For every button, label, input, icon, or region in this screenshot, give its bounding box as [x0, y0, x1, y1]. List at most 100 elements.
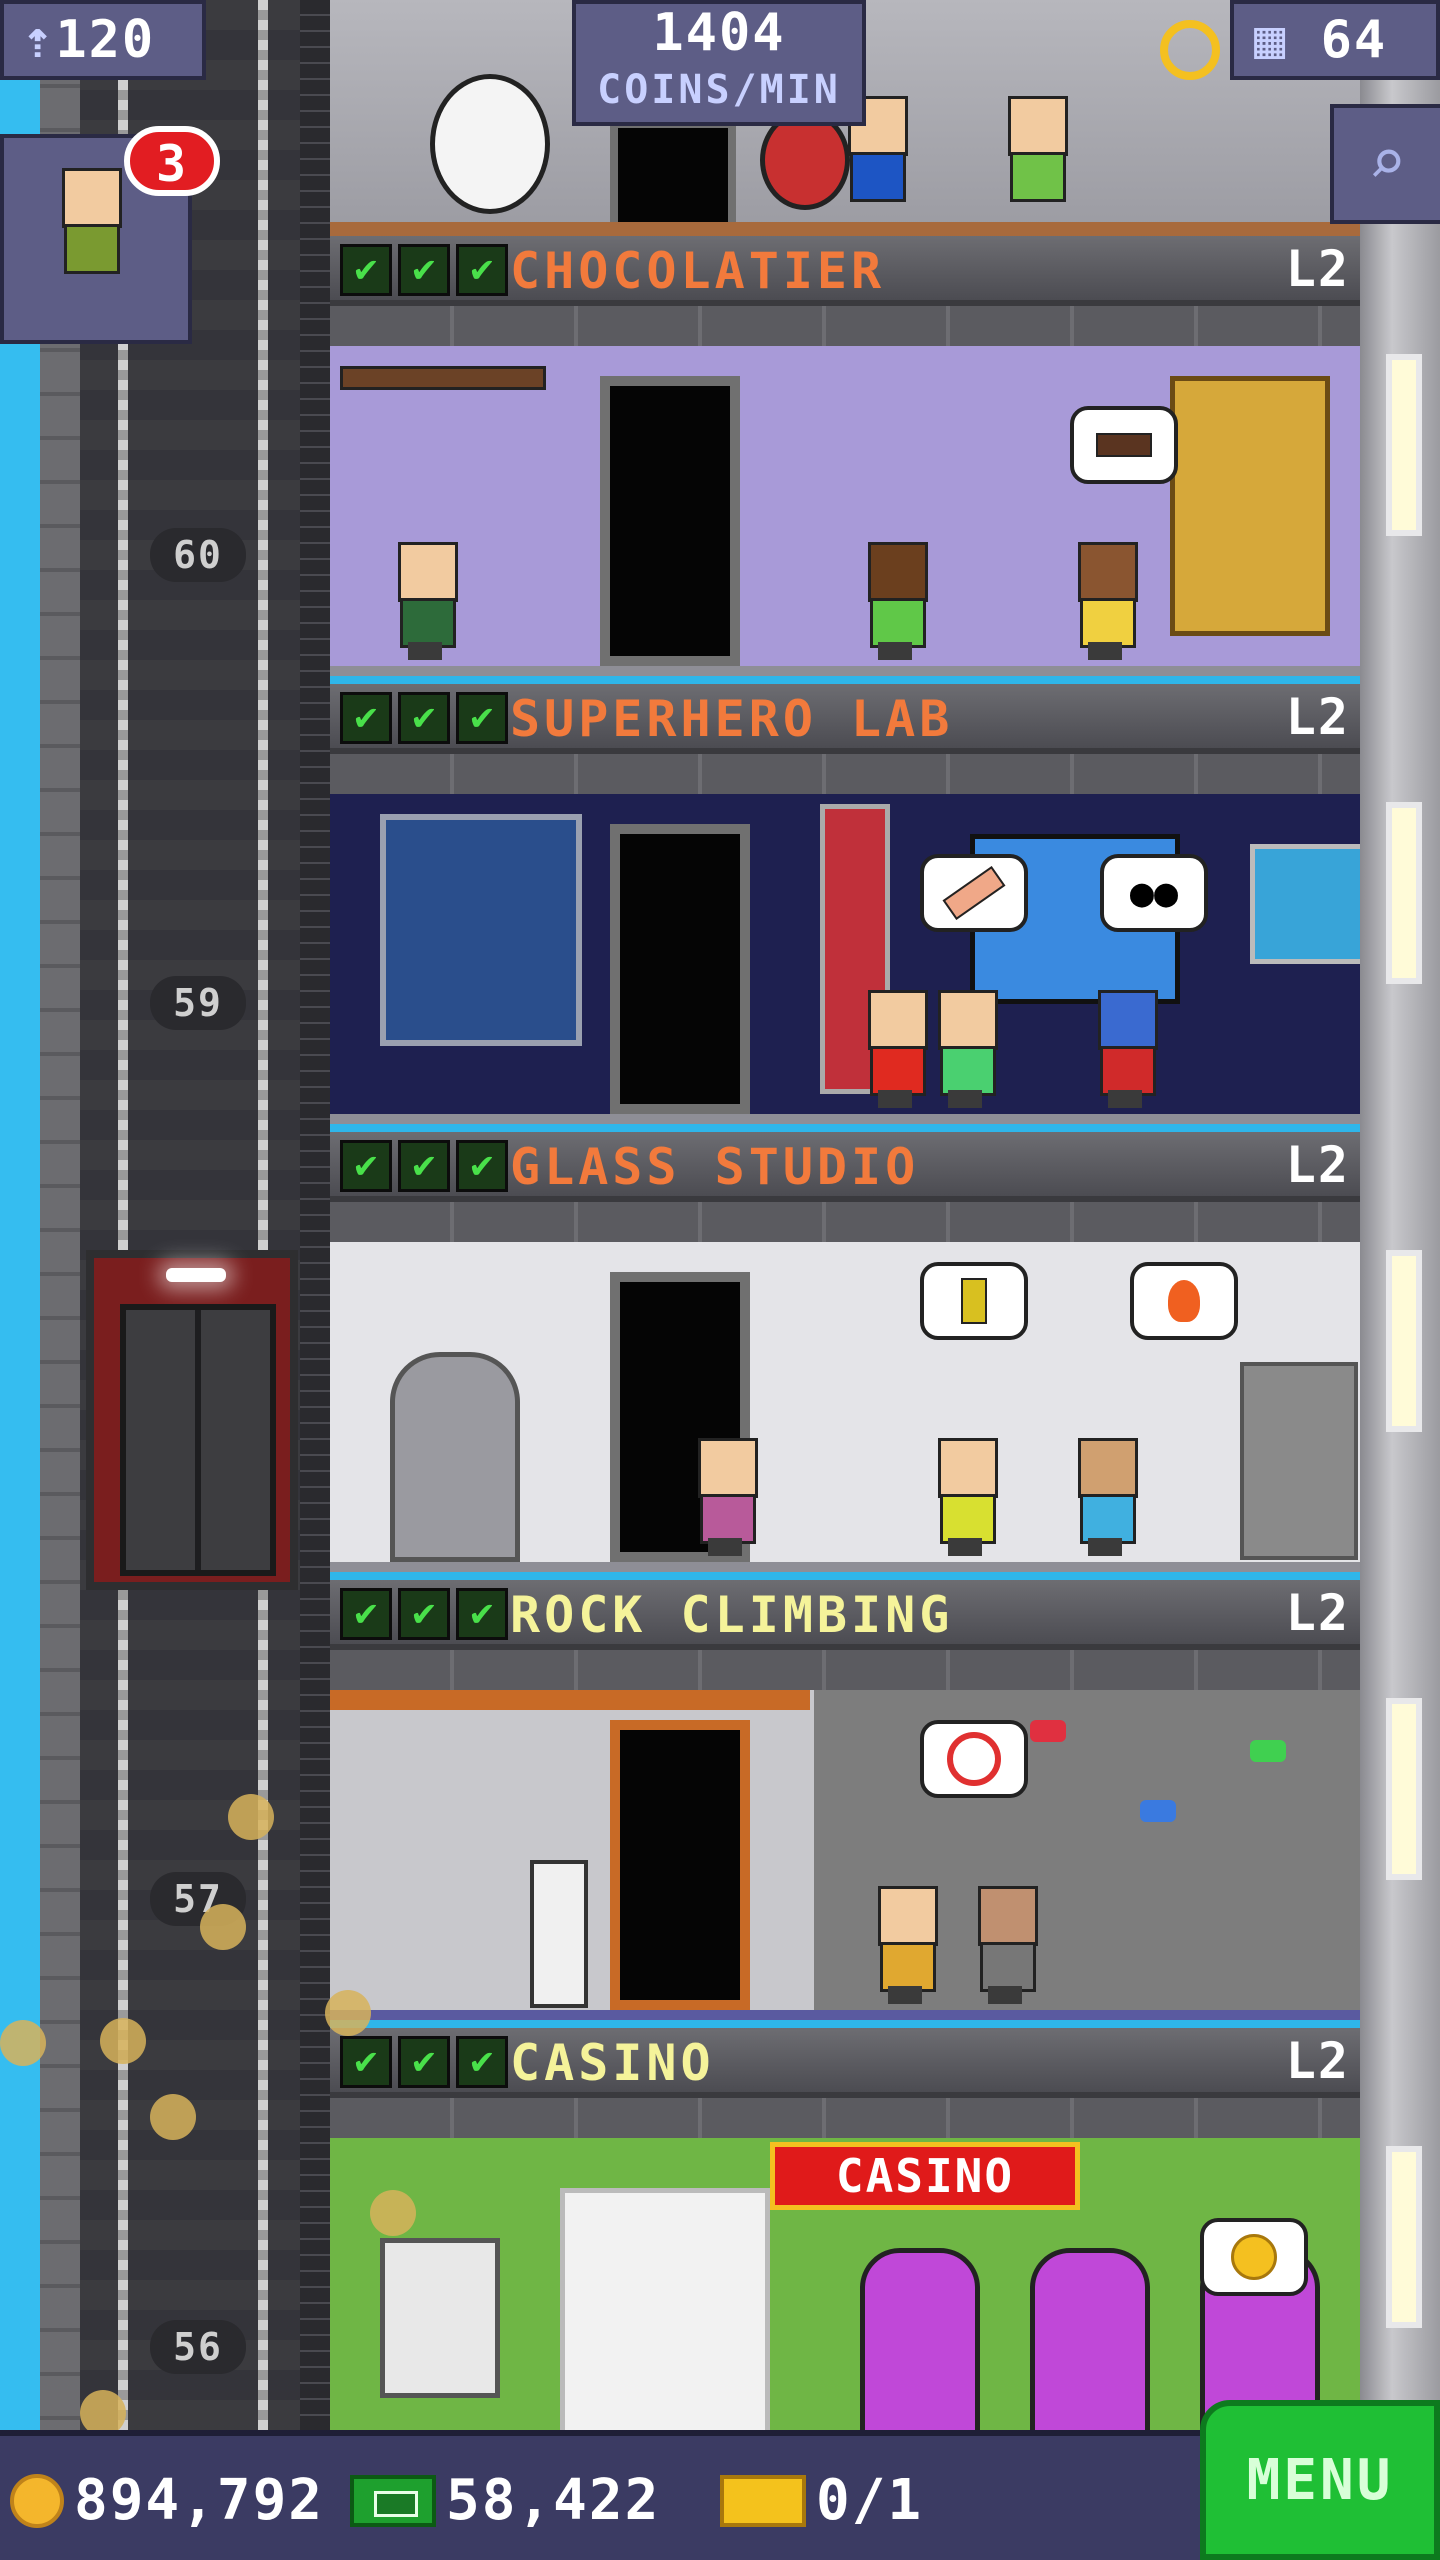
- glass-shelf: [1240, 1362, 1358, 1560]
- worker-body: [870, 598, 926, 648]
- kiln: [390, 1352, 520, 1562]
- door: [610, 120, 736, 238]
- elevator-rail-right: [258, 0, 268, 2430]
- worker[interactable]: [390, 542, 460, 662]
- star-checks: ✔ ✔ ✔: [340, 1588, 508, 1640]
- floor-casino[interactable]: ✔ ✔ ✔ CASINO L2 CASINO: [330, 2028, 1360, 2430]
- search-button[interactable]: ⌕: [1330, 104, 1440, 224]
- tickets-stat[interactable]: 0/1: [720, 2466, 923, 2536]
- room-interior: [330, 1690, 1360, 2020]
- floor-level: L2: [1285, 240, 1350, 298]
- menu-button[interactable]: MENU: [1200, 2400, 1440, 2560]
- worker-head: [878, 1886, 938, 1946]
- floor-slab: [330, 2010, 1360, 2020]
- resident[interactable]: [1000, 96, 1070, 216]
- floors-badge[interactable]: ▦ 64: [1230, 0, 1440, 80]
- floor-title: CHOCOLATIER: [510, 242, 886, 300]
- floor-header: ✔ ✔ ✔ CASINO L2: [330, 2028, 1360, 2098]
- wall-light: [1392, 808, 1416, 978]
- worker[interactable]: [930, 990, 1000, 1110]
- worker[interactable]: [930, 1438, 1000, 1558]
- door: [610, 824, 750, 1114]
- visitor-head: [62, 168, 122, 228]
- worker-body: [1080, 1494, 1136, 1544]
- falling-coin: [0, 2020, 46, 2066]
- speech-bubble[interactable]: [920, 854, 1028, 932]
- worker[interactable]: [1070, 542, 1140, 662]
- person-icon: ⇡: [22, 10, 56, 70]
- door: [600, 376, 740, 666]
- coin-icon: [10, 2474, 64, 2528]
- falling-coin: [100, 2018, 146, 2064]
- falling-coin: [228, 1794, 274, 1840]
- bux-value: 58,422: [446, 2468, 661, 2533]
- bux-stat[interactable]: 58,422: [350, 2466, 660, 2536]
- resident-body: [1010, 152, 1066, 202]
- tickets-value: 0/1: [816, 2468, 924, 2533]
- flame-icon: [1168, 1280, 1200, 1322]
- visitor-avatar: [54, 168, 124, 288]
- chocolate-bar-icon: [1096, 433, 1152, 457]
- elevator-car[interactable]: [86, 1250, 298, 1590]
- worker-head: [938, 1438, 998, 1498]
- elevator-rail-left: [118, 0, 128, 2430]
- worker-head: [938, 990, 998, 1050]
- blueprint-monitor: [380, 814, 582, 1046]
- worker-head: [1078, 1438, 1138, 1498]
- coins-per-min-value: 1404: [652, 3, 786, 63]
- floor-rock-climbing[interactable]: ✔ ✔ ✔ ROCK CLIMBING L2: [330, 1580, 1360, 2028]
- room-interior: CASINO: [330, 2138, 1360, 2430]
- floor-title: CASINO: [510, 2034, 715, 2092]
- falling-coin: [370, 2190, 416, 2236]
- notification-badge: 3: [124, 126, 220, 196]
- floor-title: GLASS STUDIO: [510, 1138, 920, 1196]
- worker[interactable]: [870, 1886, 940, 2006]
- population-badge[interactable]: ⇡120: [0, 0, 206, 80]
- worker[interactable]: [690, 1438, 760, 1558]
- slot-machine: [860, 2248, 980, 2430]
- worker[interactable]: [860, 990, 930, 1110]
- climbing-hold: [1250, 1740, 1286, 1762]
- floor-title: ROCK CLIMBING: [510, 1586, 954, 1644]
- speech-bubble[interactable]: [1200, 2218, 1308, 2296]
- slot-machine: [1030, 2248, 1150, 2430]
- worker-legs: [1088, 642, 1122, 660]
- worker[interactable]: [1090, 990, 1160, 1110]
- floor-glass-studio[interactable]: ✔ ✔ ✔ GLASS STUDIO L2: [330, 1132, 1360, 1580]
- floor-superhero-lab[interactable]: ✔ ✔ ✔ SUPERHERO LAB L2 ●●: [330, 684, 1360, 1132]
- check-icon: ✔: [398, 244, 450, 296]
- wall-light: [1392, 1256, 1416, 1426]
- check-icon: ✔: [398, 692, 450, 744]
- speech-bubble[interactable]: [1130, 1262, 1238, 1340]
- coin-icon: [1231, 2234, 1277, 2280]
- wall-light: [1392, 1704, 1416, 1874]
- resident-body: [850, 152, 906, 202]
- ring-icon[interactable]: [1160, 20, 1220, 80]
- floor-level: L2: [1285, 1584, 1350, 1642]
- worker[interactable]: [1070, 1438, 1140, 1558]
- mask-icon: ●●: [1129, 870, 1179, 916]
- worker-body: [870, 1046, 926, 1096]
- shaft-divider: [300, 0, 330, 2430]
- coins-stat[interactable]: 894,792: [10, 2466, 324, 2536]
- building-icon: ▦: [1254, 10, 1288, 70]
- ceiling: [330, 306, 1360, 346]
- speech-bubble[interactable]: [920, 1720, 1028, 1798]
- wooden-frame: [330, 1690, 810, 1710]
- speech-bubble[interactable]: [920, 1262, 1028, 1340]
- search-icon: ⌕: [1367, 126, 1407, 200]
- speech-bubble[interactable]: ●●: [1100, 854, 1208, 932]
- speech-bubble[interactable]: [1070, 406, 1178, 484]
- floor-chocolatier[interactable]: ✔ ✔ ✔ CHOCOLATIER L2: [330, 236, 1360, 684]
- map-monitor: [1250, 844, 1360, 964]
- falling-coin: [325, 1990, 371, 2036]
- visitor-body: [64, 224, 120, 274]
- star-checks: ✔ ✔ ✔: [340, 692, 508, 744]
- check-icon: ✔: [456, 2036, 508, 2088]
- climbing-hold: [1030, 1720, 1066, 1742]
- worker-legs: [948, 1538, 982, 1556]
- worker[interactable]: [970, 1886, 1040, 2006]
- worker-body: [700, 1494, 756, 1544]
- worker[interactable]: [860, 542, 930, 662]
- floor-header: ✔ ✔ ✔ ROCK CLIMBING L2: [330, 1580, 1360, 1650]
